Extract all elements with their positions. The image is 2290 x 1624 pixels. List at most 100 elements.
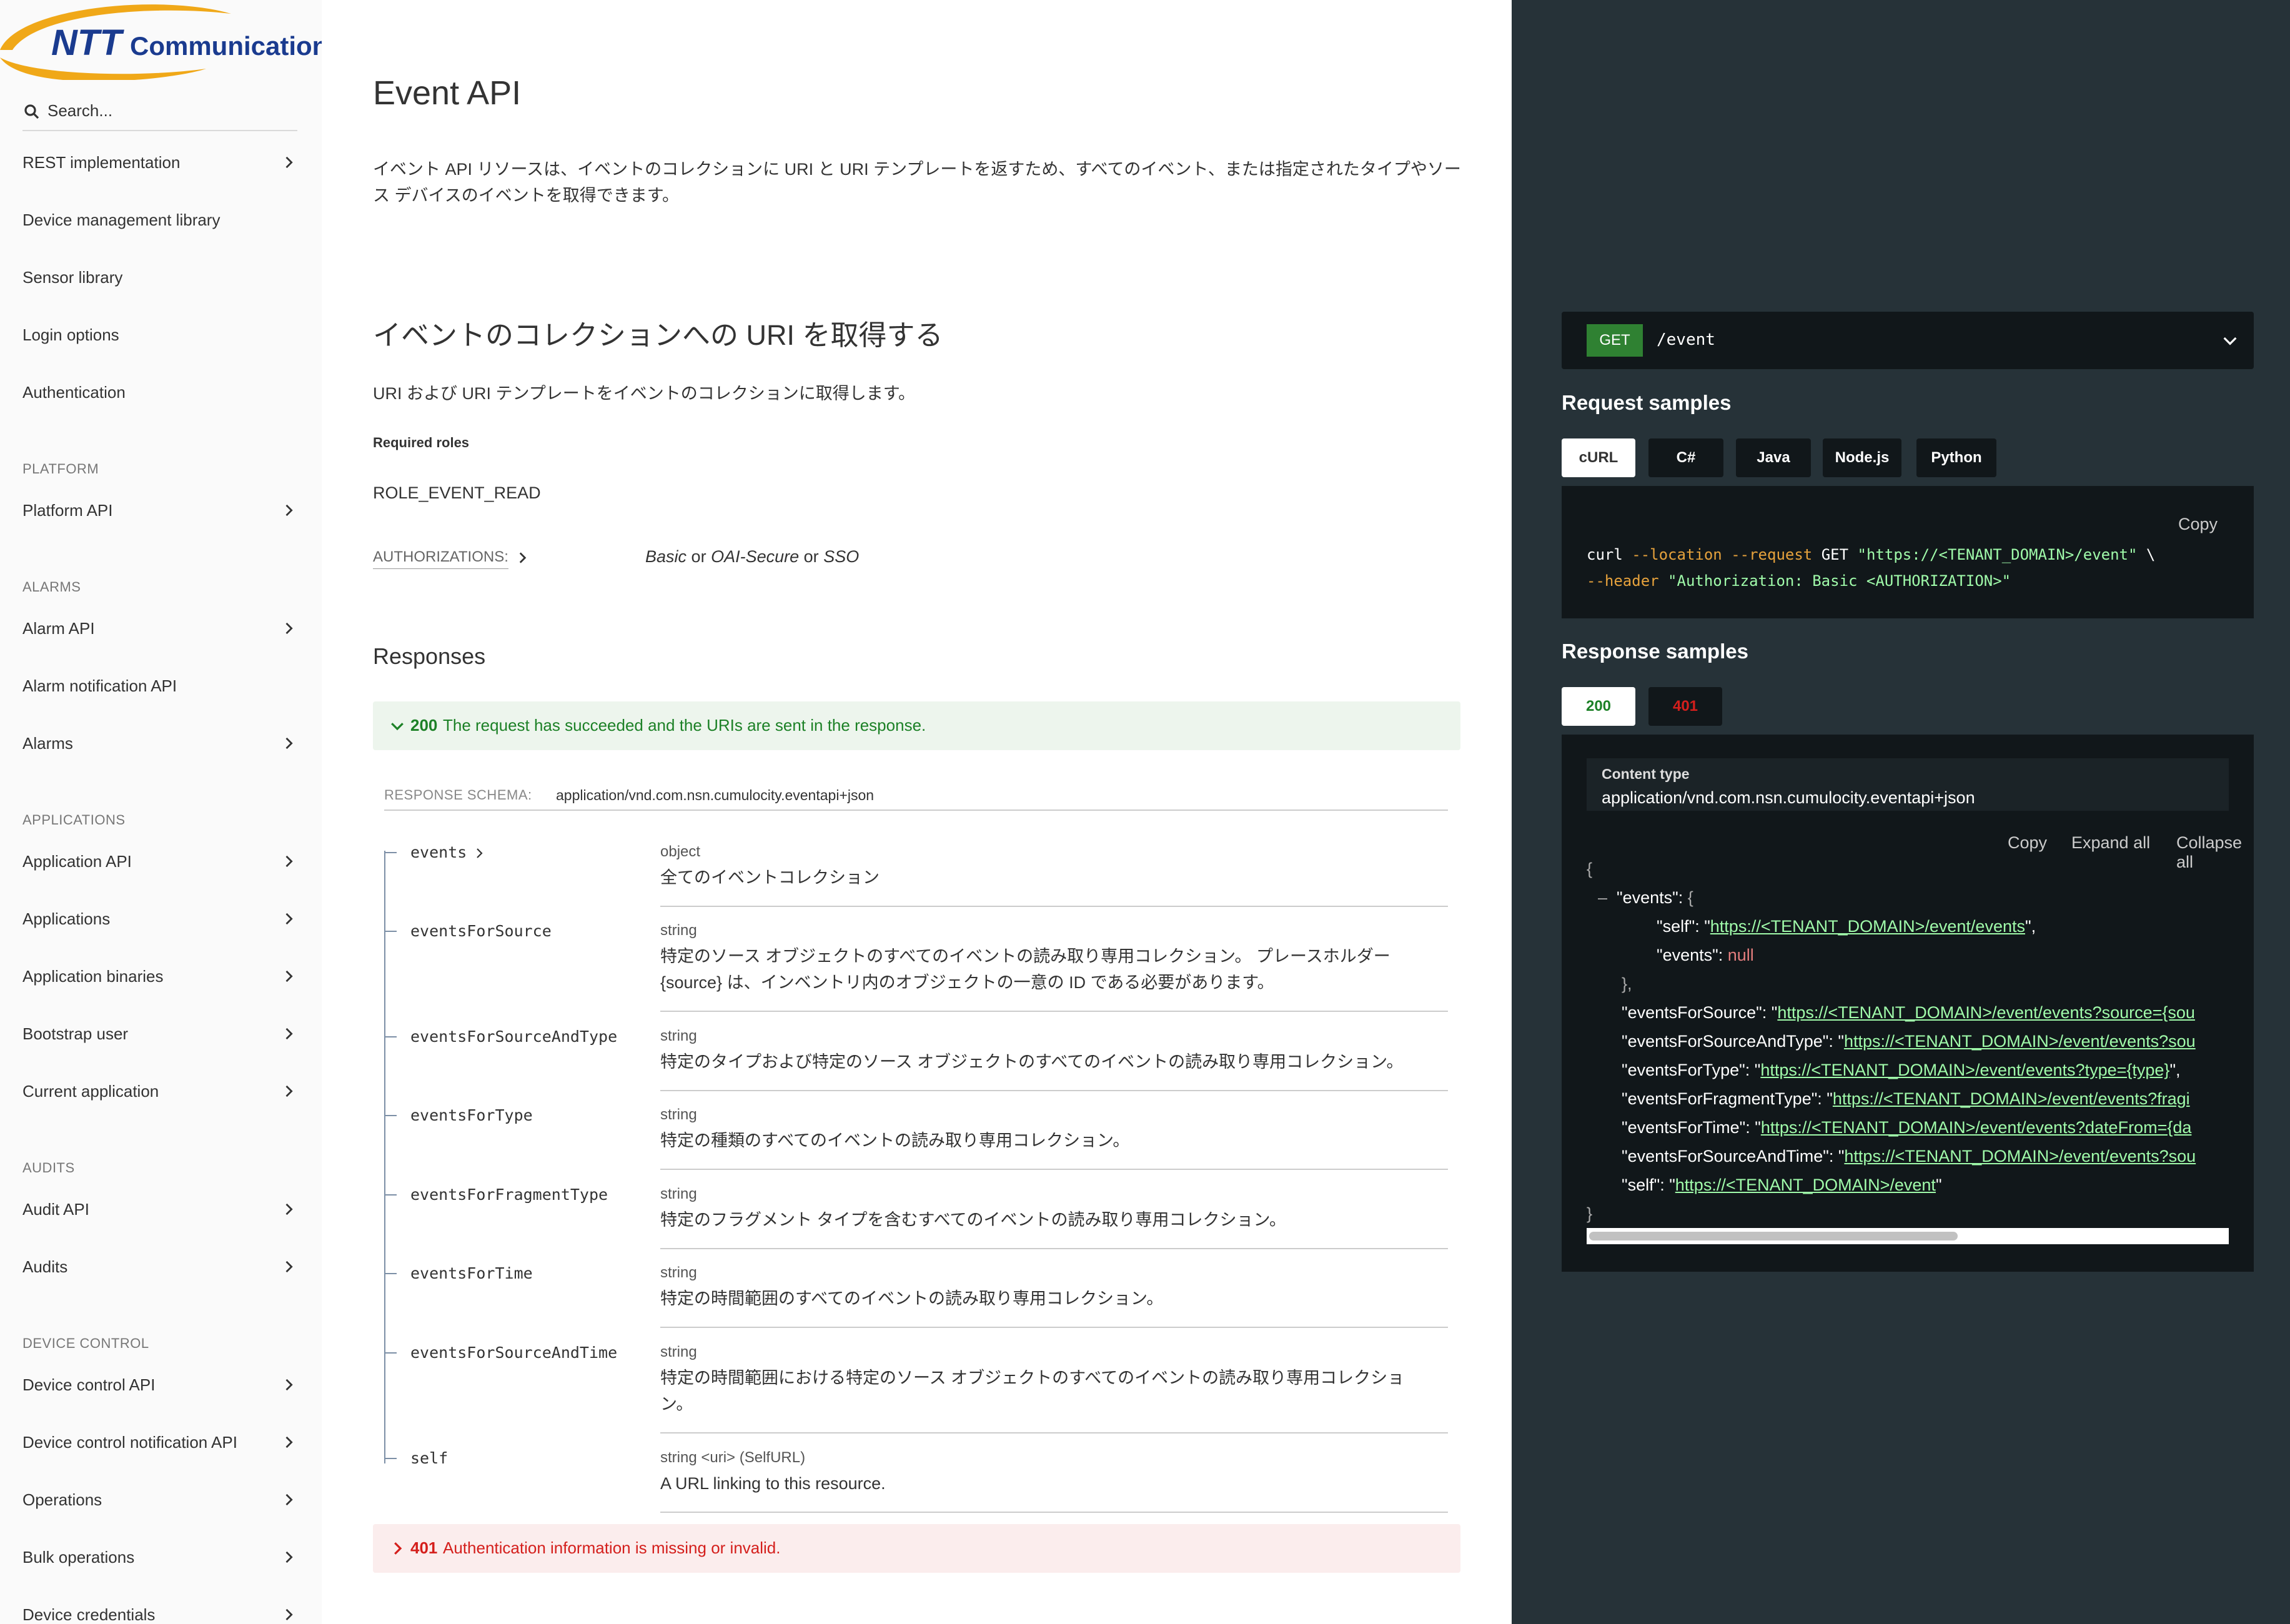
schema-field-eventsForSourceAndType: eventsForSourceAndType string 特定のタイプおよび特… <box>384 1027 1448 1094</box>
ntt-logo[interactable]: NTT Communications <box>0 0 322 82</box>
chevron-right-icon[interactable] <box>514 550 530 566</box>
sidebar-item-sensor-library[interactable]: Sensor library <box>22 259 297 296</box>
sidebar-item-alarm-api[interactable]: Alarm API <box>22 610 297 647</box>
sidebar-item-device-control-api[interactable]: Device control API <box>22 1366 297 1404</box>
copy-button[interactable]: Copy <box>2178 515 2218 534</box>
sidebar-item-device-management-library[interactable]: Device management library <box>22 201 297 239</box>
auth-basic: Basic <box>645 547 687 566</box>
response-200-toggle[interactable]: 200 The request has succeeded and the UR… <box>373 701 1460 750</box>
sidebar-item-rest-implementation[interactable]: REST implementation <box>22 144 297 181</box>
json-link[interactable]: https://<TENANT_DOMAIN>/event/events?sou <box>1844 1147 2196 1166</box>
endpoint-selector[interactable]: GET /event <box>1562 312 2254 369</box>
field-name: eventsForTime <box>410 1264 533 1282</box>
json-line: "self": "https://<TENANT_DOMAIN>/event/e… <box>1657 917 2036 936</box>
sidebar-group-applications: APPLICATIONS <box>22 812 126 828</box>
sidebar-item-operations[interactable]: Operations <box>22 1481 297 1518</box>
field-type: string <box>660 1264 697 1281</box>
auth-or: or <box>803 547 819 566</box>
sidebar-item-device-credentials[interactable]: Device credentials <box>22 1596 297 1624</box>
sidebar-item-application-api[interactable]: Application API <box>22 843 297 880</box>
code-option: --location <box>1632 546 1722 563</box>
json-link[interactable]: https://<TENANT_DOMAIN>/event/events <box>1710 917 2025 936</box>
field-type: string <box>660 1344 697 1360</box>
chevron-right-icon <box>285 156 293 169</box>
chevron-right-icon <box>394 1542 402 1555</box>
expand-all-button[interactable]: Expand all <box>2071 833 2150 853</box>
sidebar-item-device-control-notification-api[interactable]: Device control notification API <box>22 1423 297 1461</box>
chevron-right-icon[interactable] <box>472 846 487 861</box>
sidebar-item-label: Login options <box>22 325 119 344</box>
json-link[interactable]: https://<TENANT_DOMAIN>/event/events?typ… <box>1760 1061 2169 1079</box>
tab-java[interactable]: Java <box>1736 438 1811 477</box>
sidebar-item-audit-api[interactable]: Audit API <box>22 1191 297 1228</box>
sidebar-item-bootstrap-user[interactable]: Bootstrap user <box>22 1015 297 1052</box>
response-message: Authentication information is missing or… <box>443 1538 781 1557</box>
field-name[interactable]: events <box>410 843 467 861</box>
tab-csharp[interactable]: C# <box>1648 438 1723 477</box>
search-input[interactable]: Search... <box>47 101 112 121</box>
response-401-toggle[interactable]: 401 Authentication information is missin… <box>373 1524 1460 1573</box>
sidebar-item-label: Alarms <box>22 734 73 753</box>
json-line: "eventsForSourceAndTime": "https://<TENA… <box>1622 1147 2196 1166</box>
json-line: – "events": { <box>1598 888 1693 907</box>
tab-nodejs[interactable]: Node.js <box>1823 438 1901 477</box>
tab-status-401[interactable]: 401 <box>1648 687 1722 726</box>
json-line: "eventsForFragmentType": "https://<TENAN… <box>1622 1089 2190 1108</box>
json-link[interactable]: https://<TENANT_DOMAIN>/event/events?sou… <box>1777 1003 2195 1022</box>
sidebar-item-applications[interactable]: Applications <box>22 900 297 938</box>
sidebar-item-application-binaries[interactable]: Application binaries <box>22 958 297 995</box>
field-type: object <box>660 843 701 860</box>
sidebar-item-label: Device control API <box>22 1375 156 1394</box>
required-roles-value: ROLE_EVENT_READ <box>373 483 541 502</box>
sidebar-item-label: Alarm notification API <box>22 676 177 695</box>
authorizations-toggle[interactable]: AUTHORIZATIONS: <box>373 548 508 569</box>
schema-field-eventsForSource: eventsForSource string 特定のソース オブジェクトのすべて… <box>384 922 1448 1014</box>
schema-field-eventsForFragmentType: eventsForFragmentType string 特定のフラグメント タ… <box>384 1186 1448 1252</box>
json-link[interactable]: https://<TENANT_DOMAIN>/event <box>1675 1176 1936 1194</box>
operation-description: URI および URI テンプレートをイベントのコレクションに取得します。 <box>373 384 915 403</box>
sidebar-item-alarms[interactable]: Alarms <box>22 725 297 762</box>
collapse-toggle[interactable]: – <box>1598 888 1607 907</box>
json-link[interactable]: https://<TENANT_DOMAIN>/event/events?dat… <box>1761 1118 2192 1137</box>
code-string: "https://<TENANT_DOMAIN>/event" <box>1857 546 2138 563</box>
field-type: string <box>660 922 697 939</box>
scrollbar-thumb[interactable] <box>1589 1232 1958 1240</box>
schema-field-self: self string <uri> (SelfURL) A URL linkin… <box>384 1449 1448 1515</box>
schema-field-eventsForType: eventsForType string 特定の種類のすべてのイベントの読み取り… <box>384 1106 1448 1172</box>
sidebar-item-label: Device control notification API <box>22 1433 237 1452</box>
json-link[interactable]: https://<TENANT_DOMAIN>/event/events?sou <box>1844 1032 2196 1051</box>
field-separator <box>660 1248 1448 1249</box>
sidebar-item-alarm-notification-api[interactable]: Alarm notification API <box>22 667 297 705</box>
content-type-box: Content type application/vnd.com.nsn.cum… <box>1587 758 2229 811</box>
tree-tick <box>384 1352 397 1354</box>
sidebar-item-login-options[interactable]: Login options <box>22 316 297 354</box>
response-message: The request has succeeded and the URIs a… <box>443 716 926 735</box>
tab-status-200[interactable]: 200 <box>1562 687 1635 726</box>
json-link[interactable]: https://<TENANT_DOMAIN>/event/events?fra… <box>1833 1089 2190 1108</box>
code-string: "Authorization: Basic <AUTHORIZATION>" <box>1668 572 2011 590</box>
sidebar: NTT Communications Search... REST implem… <box>0 0 322 1624</box>
svg-text:NTT: NTT <box>51 22 124 63</box>
horizontal-scrollbar[interactable] <box>1587 1228 2229 1244</box>
request-code-block: Copy curl --location --request GET "http… <box>1562 486 2254 618</box>
sidebar-item-current-application[interactable]: Current application <box>22 1072 297 1110</box>
field-name: eventsForSourceAndTime <box>410 1344 618 1362</box>
response-samples-title: Response samples <box>1562 640 1748 663</box>
chevron-right-icon <box>285 504 293 517</box>
search-box[interactable]: Search... <box>22 95 297 131</box>
sidebar-item-platform-api[interactable]: Platform API <box>22 492 297 529</box>
content-type-label: Content type <box>1602 766 1690 782</box>
json-copy-button[interactable]: Copy <box>2008 833 2047 853</box>
tab-curl[interactable]: cURL <box>1562 438 1635 477</box>
sidebar-item-label: Device management library <box>22 210 221 229</box>
response-code: 401 <box>410 1538 438 1557</box>
sidebar-item-authentication[interactable]: Authentication <box>22 374 297 411</box>
field-type: string <uri> (SelfURL) <box>660 1449 806 1466</box>
sidebar-item-bulk-operations[interactable]: Bulk operations <box>22 1538 297 1576</box>
svg-text:Communications: Communications <box>130 31 322 61</box>
field-name: eventsForSource <box>410 922 552 940</box>
operation-title: イベントのコレクションへの URI を取得する <box>373 319 943 351</box>
field-description: 特定の種類のすべてのイベントの読み取り専用コレクション。 <box>660 1131 1130 1150</box>
tab-python[interactable]: Python <box>1916 438 1996 477</box>
sidebar-item-audits[interactable]: Audits <box>22 1248 297 1285</box>
